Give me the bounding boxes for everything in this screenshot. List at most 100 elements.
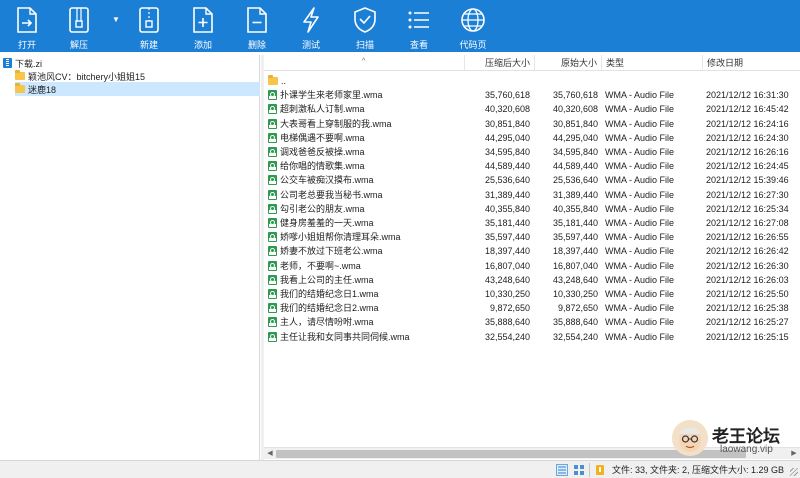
file-compressed-size: 35,888,640 xyxy=(484,317,530,328)
file-row[interactable]: 娇嗲小姐姐帮你清理耳朵.wma 35,597,440 35,597,440 WMA -… xyxy=(264,230,800,244)
tree-root-archive[interactable]: 下载.zi xyxy=(3,56,42,70)
file-name: 公司老总要我当秘书.wma xyxy=(280,189,383,200)
file-row[interactable]: 老师，不要啊~.wma 16,807,040 16,807,040 WMA - Aud… xyxy=(264,259,800,273)
test-button[interactable]: 测试 xyxy=(284,0,338,52)
file-row[interactable]: 给你唱的情歌集.wma 44,589,440 44,589,440 WMA - Aud… xyxy=(264,159,800,173)
tree-item-folder-2[interactable]: 迷鹿18 xyxy=(15,82,260,96)
file-compressed-size: 9,872,650 xyxy=(489,303,530,314)
file-type: WMA - Audio File xyxy=(605,203,675,214)
wma-file-icon xyxy=(268,147,277,157)
view-list-icon xyxy=(404,6,434,34)
file-original-size: 9,872,650 xyxy=(557,303,598,314)
file-row[interactable]: 调戏爸爸反被操.wma 34,595,840 34,595,840 WMA - Aud… xyxy=(264,145,800,159)
file-compressed-size: 44,589,440 xyxy=(484,161,530,172)
wma-file-icon xyxy=(268,175,277,186)
scroll-left-icon[interactable]: ◀ xyxy=(264,448,276,460)
file-row[interactable]: 超刺激私人订制.wma 40,320,608 40,320,608 WMA - Aud… xyxy=(264,102,800,116)
column-header-modified[interactable]: 修改日期 xyxy=(703,55,800,71)
file-modified-date: 2021/12/12 16:27:30 xyxy=(706,189,789,200)
file-name: 老师，不要啊~.wma xyxy=(280,260,361,271)
open-button[interactable]: 打开 xyxy=(0,0,54,52)
resize-grip[interactable] xyxy=(790,468,798,476)
wma-file-icon xyxy=(268,218,277,228)
wma-file-icon xyxy=(268,303,277,314)
file-row[interactable]: 主任让我和女同事共同伺候.wma 32,554,240 32,554,240 WMA … xyxy=(264,330,800,344)
extract-button[interactable]: 解压 xyxy=(52,0,106,52)
parent-dir-row[interactable]: .. xyxy=(264,74,800,88)
file-name: 娇妻不放过下班老公.wma xyxy=(280,246,383,257)
status-separator xyxy=(589,463,590,477)
view-button[interactable]: 查看 xyxy=(392,0,446,52)
wma-file-icon xyxy=(268,289,277,299)
delete-button[interactable]: 删除 xyxy=(230,0,284,52)
file-row[interactable]: 公交车被痴汉摸布.wma 25,536,640 25,536,640 WMA - Au… xyxy=(264,173,800,187)
file-type: WMA - Audio File xyxy=(605,218,675,228)
tree-root-label: 下载.zi xyxy=(15,58,43,69)
wma-file-icon xyxy=(268,274,277,285)
file-type: WMA - Audio File xyxy=(605,274,675,285)
delete-file-icon xyxy=(242,6,272,34)
view-label: 查看 xyxy=(409,40,428,50)
wma-file-icon xyxy=(268,232,277,243)
column-header-type[interactable]: 类型 xyxy=(602,55,703,71)
details-view-icon[interactable] xyxy=(556,464,568,476)
file-type: WMA - Audio File xyxy=(605,175,675,186)
file-type: WMA - Audio File xyxy=(605,118,675,129)
new-archive-label: 新建 xyxy=(139,40,158,50)
file-modified-date: 2021/12/12 16:26:03 xyxy=(706,274,789,285)
file-row[interactable]: 我看上公司的主任.wma 43,248,640 43,248,640 WMA - Au… xyxy=(264,273,800,287)
new-archive-button[interactable]: 新建 xyxy=(122,0,176,52)
file-compressed-size: 35,760,618 xyxy=(484,90,530,101)
file-row[interactable]: 勾引老公的朋友.wma 40,355,840 40,355,840 WMA - Aud… xyxy=(264,202,800,216)
file-row[interactable]: 主人，请尽情吩咐.wma 35,888,640 35,888,640 WMA - Au… xyxy=(264,315,800,329)
file-modified-date: 2021/12/12 16:27:08 xyxy=(706,218,789,228)
file-row[interactable]: 我们的结婚纪念日2.wma 9,872,650 9,872,650 WMA - Aud… xyxy=(264,301,800,315)
file-row[interactable]: 公司老总要我当秘书.wma 31,389,440 31,389,440 WMA - A… xyxy=(264,188,800,202)
wma-file-icon xyxy=(268,331,277,342)
file-type: WMA - Audio File xyxy=(605,331,675,342)
file-row[interactable]: 我们的结婚纪念日1.wma 10,330,250 10,330,250 WMA - A… xyxy=(264,287,800,301)
file-original-size: 35,597,440 xyxy=(552,232,598,243)
file-row[interactable]: 娇妻不放过下班老公.wma 18,397,440 18,397,440 WMA - A… xyxy=(264,244,800,258)
file-type: WMA - Audio File xyxy=(605,189,675,200)
file-name: 勾引老公的朋友.wma xyxy=(280,203,365,214)
file-row[interactable]: 扑课学生来老师家里.wma 35,760,618 35,760,618 WMA - A… xyxy=(264,88,800,102)
file-type: WMA - Audio File xyxy=(605,246,675,257)
file-type: WMA - Audio File xyxy=(605,104,675,115)
file-original-size: 40,355,840 xyxy=(552,203,598,214)
file-row[interactable]: 健身房羞羞的一天.wma 35,181,440 35,181,440 WMA - Au… xyxy=(264,216,800,230)
file-row[interactable]: 大表哥看上穿制服的我.wma 30,851,840 30,851,840 WMA - … xyxy=(264,117,800,131)
codepage-button[interactable]: 代码页 xyxy=(446,0,500,52)
file-type: WMA - Audio File xyxy=(605,147,675,157)
wma-file-icon xyxy=(268,90,277,101)
file-original-size: 30,851,840 xyxy=(552,118,598,129)
file-name: 我们的结婚纪念日1.wma xyxy=(280,289,379,299)
wma-file-icon xyxy=(268,118,277,129)
watermark-avatar xyxy=(672,420,708,456)
file-name: 公交车被痴汉摸布.wma xyxy=(280,175,374,186)
column-header-name[interactable]: ^ xyxy=(264,55,465,71)
file-original-size: 25,536,640 xyxy=(552,175,598,186)
wma-file-icon xyxy=(268,246,277,257)
file-row[interactable]: 电梯偶遇不要啊.wma 44,295,040 44,295,040 WMA - Aud… xyxy=(264,131,800,145)
file-type: WMA - Audio File xyxy=(605,90,675,101)
folder-up-icon xyxy=(268,75,278,85)
site-watermark: 老王论坛 laowang.vip xyxy=(672,418,800,460)
thumbnail-view-icon[interactable] xyxy=(573,464,585,476)
file-compressed-size: 30,851,840 xyxy=(484,118,530,129)
column-header-compressed-size[interactable]: 压缩后大小 xyxy=(465,55,535,71)
file-list: ^ 压缩后大小 原始大小 类型 修改日期 .. 扑课学生来老师家里.wma 35,… xyxy=(264,55,800,460)
file-original-size: 35,888,640 xyxy=(552,317,598,328)
file-original-size: 32,554,240 xyxy=(552,331,598,342)
file-name: 主人，请尽情吩咐.wma xyxy=(280,317,374,328)
file-type: WMA - Audio File xyxy=(605,232,675,243)
file-name: 超刺激私人订制.wma xyxy=(280,104,365,115)
add-button[interactable]: 添加 xyxy=(176,0,230,52)
file-compressed-size: 32,554,240 xyxy=(484,331,530,342)
extract-dropdown-chevron-down-icon[interactable]: ▼ xyxy=(112,16,120,24)
file-modified-date: 2021/12/12 16:26:30 xyxy=(706,260,789,271)
tree-item-folder-1[interactable]: 颖池风CV：bitchery小姐姐15 xyxy=(15,69,260,83)
scan-button[interactable]: 扫描 xyxy=(338,0,392,52)
file-name: 电梯偶遇不要啊.wma xyxy=(280,132,365,143)
column-header-original-size[interactable]: 原始大小 xyxy=(535,55,602,71)
